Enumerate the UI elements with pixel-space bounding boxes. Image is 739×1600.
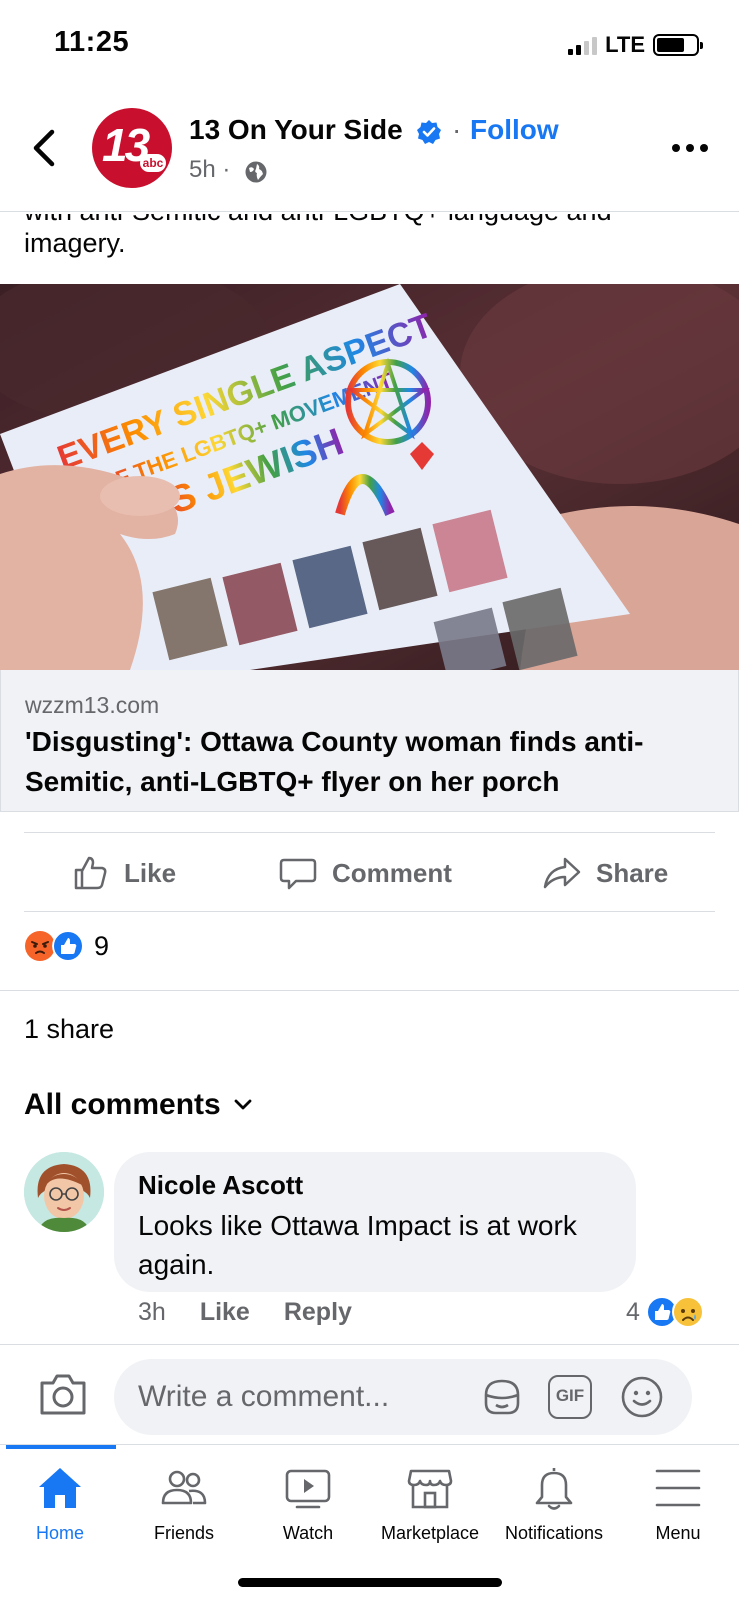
network-type: LTE xyxy=(605,32,645,57)
store-icon xyxy=(407,1469,453,1509)
commenter-avatar[interactable] xyxy=(24,1152,104,1232)
home-indicator xyxy=(238,1578,502,1587)
status-time: 11:25 xyxy=(54,26,130,58)
bottom-tab-bar: Home Friends Watch Marketplace Notificat… xyxy=(0,1444,739,1600)
page-avatar-logo[interactable]: 13 abc xyxy=(92,108,172,188)
tab-label-friends: Friends xyxy=(153,1523,215,1543)
tab-menu[interactable]: Menu xyxy=(618,1463,738,1563)
page-name[interactable]: 13 On Your Side xyxy=(189,114,403,146)
tab-label-watch: Watch xyxy=(282,1523,334,1543)
comment-button[interactable]: Comment xyxy=(278,853,452,893)
like-button[interactable]: Like xyxy=(70,853,176,893)
tab-label-home: Home xyxy=(35,1523,84,1543)
friends-icon xyxy=(161,1470,207,1505)
comment-reaction-count: 4 xyxy=(626,1297,640,1326)
back-arrow-icon[interactable] xyxy=(28,128,60,168)
comment-time: 3h xyxy=(138,1298,166,1326)
tab-notifications[interactable]: Notifications xyxy=(494,1463,614,1563)
signal-icon xyxy=(568,35,598,55)
comment-label: Comment xyxy=(332,857,452,888)
comment-author[interactable]: Nicole Ascott xyxy=(138,1170,303,1201)
reaction-count: 9 xyxy=(94,930,110,961)
status-indicators: LTE xyxy=(568,32,703,58)
tab-watch[interactable]: Watch xyxy=(248,1463,368,1563)
divider xyxy=(0,990,739,991)
tab-friends[interactable]: Friends xyxy=(124,1463,244,1563)
share-label: Share xyxy=(596,857,669,888)
like-reaction-icon xyxy=(52,930,84,962)
gif-button[interactable]: GIF xyxy=(548,1375,592,1419)
emoji-icon[interactable] xyxy=(620,1375,664,1419)
post-text: imagery. xyxy=(24,228,126,258)
tab-label-notifications: Notifications xyxy=(504,1523,604,1543)
comment-like-button[interactable]: Like xyxy=(200,1298,250,1327)
status-bar: 11:25 LTE xyxy=(0,0,739,92)
comment-text: Looks like Ottawa Impact is at work agai… xyxy=(138,1210,577,1280)
logo-abc-badge: abc xyxy=(140,154,166,172)
link-domain: wzzm13.com xyxy=(25,692,160,718)
globe-icon xyxy=(245,161,267,183)
reactions-summary[interactable]: 9 xyxy=(24,930,109,962)
post-image[interactable]: EVERY SINGLE ASPECT OF THE LGBTQ+ MOVEME… xyxy=(0,284,739,670)
active-tab-indicator xyxy=(6,1445,116,1449)
sad-reaction-icon xyxy=(671,1296,704,1328)
post-timestamp: 5h · xyxy=(189,156,231,183)
comment-composer: GIF xyxy=(0,1344,739,1444)
follow-button[interactable]: Follow xyxy=(470,114,559,146)
share-arrow-icon xyxy=(543,857,581,889)
comment-bubble[interactable]: Nicole Ascott Looks like Ottawa Impact i… xyxy=(114,1152,636,1292)
avatar-sticker-icon[interactable] xyxy=(480,1375,524,1419)
like-label: Like xyxy=(124,857,177,888)
post-action-bar: Like Comment Share xyxy=(24,832,715,912)
comment-bubble-icon xyxy=(279,858,317,890)
video-play-icon xyxy=(285,1469,331,1509)
chevron-down-icon xyxy=(234,1099,252,1110)
tab-home[interactable]: Home xyxy=(0,1463,120,1563)
tab-label-marketplace: Marketplace xyxy=(380,1523,480,1543)
link-title: 'Disgusting': Ottawa County woman finds … xyxy=(25,726,644,797)
post-header: 13 abc 13 On Your Side · Follow 5h · xyxy=(0,92,739,212)
comment-input[interactable] xyxy=(114,1359,692,1435)
share-button[interactable]: Share xyxy=(542,853,668,893)
comments-header-label: All comments xyxy=(24,1088,221,1121)
bell-icon xyxy=(535,1468,573,1510)
tab-marketplace[interactable]: Marketplace xyxy=(370,1463,490,1563)
comment-reactions[interactable]: 4 xyxy=(626,1296,704,1328)
comments-sort-dropdown[interactable]: All comments xyxy=(24,1088,253,1122)
hamburger-menu-icon xyxy=(655,1469,701,1507)
tab-label-menu: Menu xyxy=(655,1523,701,1543)
separator-dot: · xyxy=(452,114,462,145)
verified-badge-icon xyxy=(417,120,441,144)
flyer-photo: EVERY SINGLE ASPECT OF THE LGBTQ+ MOVEME… xyxy=(0,284,739,670)
link-preview-card[interactable]: wzzm13.com 'Disgusting': Ottawa County w… xyxy=(0,670,739,812)
comment-reply-button[interactable]: Reply xyxy=(284,1298,352,1327)
comment-meta: 3h Like Reply xyxy=(138,1298,352,1327)
avatar-illustration xyxy=(24,1152,104,1232)
camera-icon[interactable] xyxy=(38,1371,88,1417)
battery-icon xyxy=(653,34,703,56)
home-icon xyxy=(39,1468,81,1508)
more-options-icon[interactable] xyxy=(672,144,708,156)
share-count[interactable]: 1 share xyxy=(24,1014,114,1045)
thumbs-up-icon xyxy=(74,856,107,890)
